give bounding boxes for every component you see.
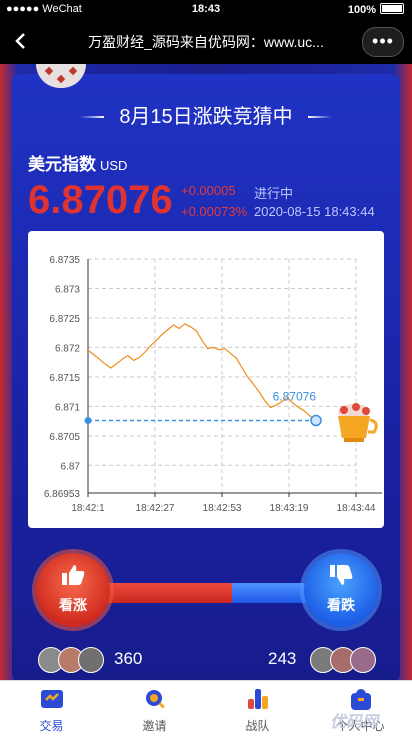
price-chart-svg: 6.8735 6.873 6.8725 6.872 6.8715 6.871 6.8705 6…	[44, 255, 382, 514]
bet-up-label: 看涨	[59, 597, 87, 613]
bet-down-label: 看跌	[327, 597, 355, 613]
index-name-text: 美元指数	[28, 155, 96, 174]
price-chart: 6.8735 6.873 6.8725 6.872 6.8715 6.871 6.8705 6…	[28, 231, 384, 528]
battery-indicator: 100%	[348, 3, 404, 16]
y-tick-label: 6.873	[55, 284, 80, 295]
y-tick-label: 6.8725	[49, 314, 80, 325]
tab-team[interactable]: 战队	[206, 681, 309, 737]
last-price-point	[310, 414, 322, 427]
bet-down-button[interactable]: 看跌	[304, 553, 378, 627]
battery-icon	[380, 3, 404, 14]
y-tick-label: 6.8715	[49, 373, 80, 384]
game-status: 进行中	[254, 186, 294, 201]
chevron-left-icon	[15, 33, 25, 49]
trade-icon	[41, 690, 63, 708]
tab-trade[interactable]: 交易	[0, 681, 103, 737]
trophy-cup-icon[interactable]	[330, 400, 382, 446]
last-price-label: 6.87076	[273, 390, 317, 404]
page-title: 万盈财经_源码来自优码网：www.uc...	[88, 34, 324, 50]
price-change: +0.00005	[181, 183, 236, 198]
y-tick-label: 6.872	[55, 343, 80, 354]
banner-title: 8月15日涨跌竞猜中	[119, 106, 293, 128]
status-bar: ●●●●● WeChat 18:43 100%	[0, 0, 412, 20]
x-tick-label: 18:42:53	[203, 503, 242, 514]
y-tick-label: 6.86953	[44, 489, 81, 500]
tab-label: 邀请	[142, 719, 167, 733]
y-tick-label: 6.8705	[49, 432, 80, 443]
guess-banner: 8月15日涨跌竞猜中	[80, 97, 332, 137]
x-tick-label: 18:43:44	[337, 503, 376, 514]
vote-ratio-bar	[70, 583, 340, 603]
y-tick-label: 6.8735	[49, 255, 80, 266]
index-unit: USD	[100, 158, 128, 173]
tab-label: 交易	[39, 719, 64, 733]
down-voters-avatars	[310, 647, 380, 673]
y-tick-label: 6.871	[55, 402, 80, 413]
quote-datetime: 2020-08-15 18:43:44	[254, 204, 375, 219]
nav-bar: 万盈财经_源码来自优码网：www.uc... •••	[0, 20, 412, 64]
up-voters-avatars	[38, 647, 108, 673]
team-chart-icon	[248, 689, 268, 709]
tab-invite[interactable]: 邀请	[103, 681, 206, 737]
avatar	[78, 647, 104, 673]
more-menu-button[interactable]: •••	[362, 27, 404, 57]
tab-label: 战队	[245, 719, 270, 733]
current-price: 6.87076	[28, 178, 173, 222]
search-icon	[146, 690, 165, 709]
avatar	[350, 647, 376, 673]
thumbs-down-icon	[330, 565, 353, 585]
x-tick-label: 18:42:1	[71, 503, 105, 514]
thumbs-up-icon	[62, 565, 85, 585]
trophy-cup-graphic	[338, 403, 378, 442]
price-change-percent: +0.00073%	[181, 204, 248, 219]
index-name: 美元指数 USD	[28, 150, 127, 175]
reference-start-dot	[84, 417, 92, 425]
watermark: 优码网	[330, 714, 379, 731]
battery-percent: 100%	[347, 4, 376, 16]
bet-up-button[interactable]: 看涨	[36, 553, 110, 627]
x-tick-label: 18:42:27	[136, 503, 175, 514]
y-tick-label: 6.87	[61, 461, 81, 472]
down-count: 243	[268, 649, 297, 668]
prize-label: 包	[358, 459, 372, 474]
up-count: 360	[114, 649, 143, 668]
x-tick-label: 18:43:19	[270, 503, 309, 514]
back-button[interactable]	[6, 26, 36, 56]
